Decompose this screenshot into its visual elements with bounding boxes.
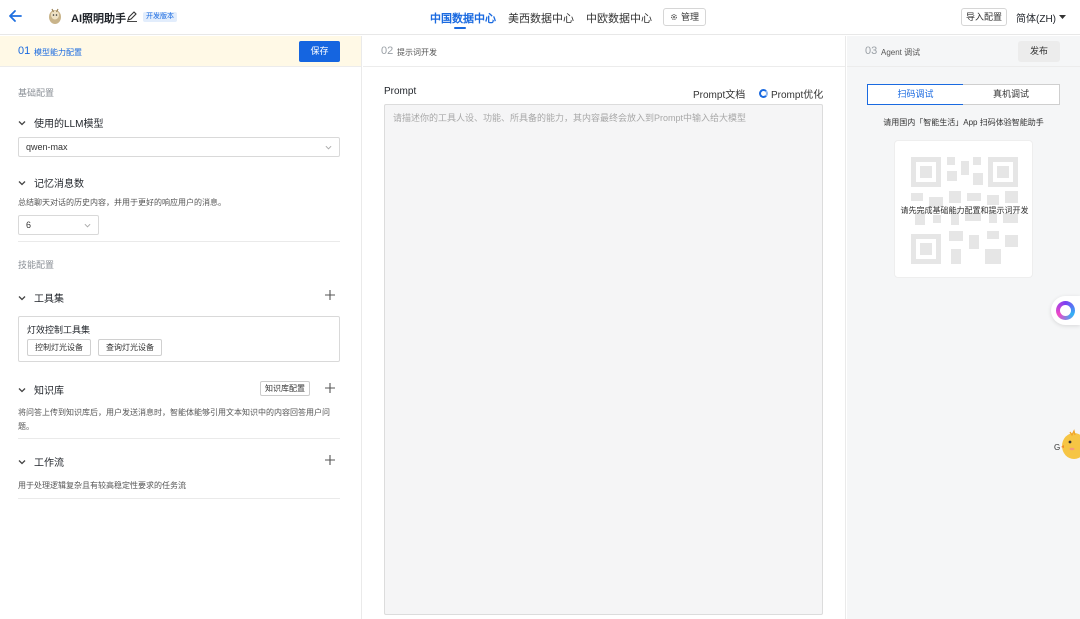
toolset-toggle[interactable]: 工具集 [18, 290, 64, 305]
dev-version-badge: 开发版本 [143, 12, 177, 22]
step-title: Agent 调试 [881, 48, 921, 57]
qr-code-message: 请先完成基础能力配置和提示词开发 [900, 206, 1029, 215]
add-toolset-icon[interactable] [325, 290, 335, 300]
chevron-down-icon [18, 120, 26, 125]
knowledge-base-hint-line2: 题。 [18, 422, 34, 431]
workflow-hint: 用于处理逻辑复杂且有较高稳定性要求的任务流 [18, 481, 186, 490]
chevron-down-icon [18, 180, 26, 185]
model-config-panel: 01 模型能力配置 保存 基础配置 使用的LLM模型 qwen-max 记忆消息… [0, 36, 362, 619]
model-config-header: 01 模型能力配置 保存 [0, 36, 361, 67]
import-config-button[interactable]: 导入配置 [961, 8, 1008, 26]
toolset-label: 工具集 [34, 294, 64, 305]
llm-model-toggle[interactable]: 使用的LLM模型 [18, 115, 103, 130]
section-divider [18, 498, 340, 499]
tool-chip-query-light[interactable]: 查询灯光设备 [98, 339, 162, 356]
back-arrow-icon[interactable] [6, 7, 24, 25]
step-title: 提示词开发 [397, 48, 437, 57]
basic-config-heading: 基础配置 [18, 88, 55, 98]
chevron-down-icon [325, 145, 332, 150]
save-button[interactable]: 保存 [299, 41, 340, 62]
chevron-down-icon [18, 295, 26, 300]
llm-model-value: qwen-max [26, 142, 68, 152]
skill-config-heading: 技能配置 [18, 260, 55, 270]
prompt-doc-link[interactable]: Prompt文档 [693, 86, 745, 101]
step-title: 模型能力配置 [34, 48, 82, 57]
chevron-down-icon [84, 223, 91, 228]
section-divider [18, 438, 340, 439]
section-divider [18, 241, 340, 242]
agent-debug-header: 03 Agent 调试 发布 [847, 36, 1080, 67]
add-knowledge-base-icon[interactable] [325, 383, 335, 393]
optimize-icon [759, 89, 768, 98]
prompt-dev-panel: 02 提示词开发 Prompt Prompt文档 Prompt优化 [363, 36, 846, 619]
language-select[interactable]: 简体(ZH) [1016, 10, 1066, 25]
memory-count-hint: 总结聊天对话的历史内容，并用于更好的响应用户的消息。 [18, 198, 226, 207]
tool-chip-control-light[interactable]: 控制灯光设备 [27, 339, 91, 356]
manage-button[interactable]: 管理 [663, 8, 707, 26]
gear-icon [671, 14, 677, 20]
workflow-toggle[interactable]: 工作流 [18, 454, 64, 469]
mascot-chick-icon[interactable] [1060, 428, 1080, 460]
knowledge-base-hint-line1: 将问答上传到知识库后，用户发送消息时，智能体能够引用文本知识中的内容回答用户问 [18, 408, 330, 417]
memory-count-value: 6 [26, 220, 32, 230]
active-tab-indicator [454, 27, 466, 29]
prompt-input[interactable] [384, 104, 823, 615]
agent-debug-panel: 03 Agent 调试 发布 扫码调试 真机调试 请用国内「智能生活」App 扫… [847, 36, 1080, 619]
memory-count-label: 记忆消息数 [34, 179, 84, 190]
manage-label: 管理 [681, 12, 700, 22]
knowledge-base-config-button[interactable]: 知识库配置 [260, 381, 310, 396]
qr-code-card: 请先完成基础能力配置和提示词开发 [894, 140, 1033, 278]
ai-assistant-float-button[interactable] [1051, 296, 1080, 325]
app-name: AI照明助手 [71, 13, 126, 25]
scan-instruction: 请用国内「智能生活」App 扫码体验智能助手 [883, 118, 1044, 127]
prompt-dev-header: 02 提示词开发 [363, 36, 845, 67]
memory-count-select[interactable]: 6 [18, 215, 99, 235]
toolset-card: 灯效控制工具集 控制灯光设备 查询灯光设备 [18, 316, 340, 362]
step-number: 03 [865, 45, 878, 57]
tab-central-europe-datacenter[interactable]: 中欧数据中心 [586, 10, 652, 26]
chevron-down-icon [18, 387, 26, 392]
add-workflow-icon[interactable] [325, 455, 335, 465]
toolset-name: 灯效控制工具集 [27, 325, 91, 335]
tab-china-datacenter[interactable]: 中国数据中心 [430, 10, 496, 26]
edit-pencil-icon[interactable] [126, 10, 138, 22]
prompt-optimize-button[interactable]: Prompt优化 [759, 86, 823, 101]
top-header: AI照明助手 开发版本 中国数据中心 美西数据中心 中欧数据中心 管理 导入配置… [0, 0, 1080, 35]
step-number: 01 [18, 45, 31, 57]
prompt-optimize-label: Prompt优化 [771, 90, 824, 101]
language-label: 简体(ZH) [1016, 14, 1056, 25]
prompt-label: Prompt [384, 86, 417, 97]
chevron-down-icon [18, 459, 26, 464]
knowledge-base-toggle[interactable]: 知识库 [18, 382, 64, 397]
tab-device-debug[interactable]: 真机调试 [963, 84, 1060, 105]
app-avatar-icon [49, 8, 61, 24]
ai-assistant-icon [1056, 301, 1075, 320]
llm-model-select[interactable]: qwen-max [18, 137, 340, 157]
workflow-label: 工作流 [34, 458, 64, 469]
step-number: 02 [381, 45, 394, 57]
knowledge-base-label: 知识库 [34, 386, 64, 397]
publish-button[interactable]: 发布 [1018, 41, 1060, 62]
caret-down-icon [1059, 15, 1066, 19]
llm-model-label: 使用的LLM模型 [34, 119, 104, 130]
memory-count-toggle[interactable]: 记忆消息数 [18, 175, 84, 190]
tab-scan-debug[interactable]: 扫码调试 [867, 84, 964, 105]
tab-us-west-datacenter[interactable]: 美西数据中心 [508, 10, 574, 26]
